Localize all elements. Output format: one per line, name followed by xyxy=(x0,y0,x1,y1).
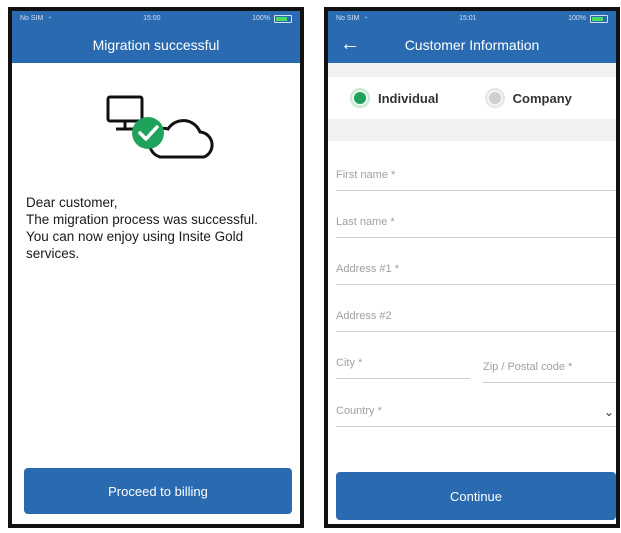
button-label: Continue xyxy=(449,488,503,504)
radio-unselected-icon[interactable] xyxy=(484,88,505,108)
battery-percent: 100% xyxy=(252,15,270,22)
address2-field[interactable]: Address #2 xyxy=(336,310,616,332)
status-bar: No SIM ◔ 15:01 100% xyxy=(328,11,616,26)
chevron-down-icon[interactable]: ⌄ xyxy=(604,405,614,419)
message-line: The migration process was successful. xyxy=(26,212,258,227)
battery-icon xyxy=(273,14,292,23)
last-name-field[interactable]: Last name * xyxy=(336,216,616,238)
status-bar: No SIM ◔ 15:00 100% xyxy=(12,11,300,26)
country-select[interactable]: Country * ⌄ xyxy=(336,405,616,427)
city-field[interactable]: City * xyxy=(336,357,470,379)
zip-field[interactable]: Zip / Postal code * xyxy=(483,361,616,383)
proceed-to-billing-button[interactable]: Proceed to billing xyxy=(24,468,292,514)
customer-type-selector: Individual Company xyxy=(328,77,616,119)
wifi-icon: ◔ xyxy=(47,15,52,22)
field-placeholder: Address #1 * xyxy=(336,263,399,275)
page-title: Migration successful xyxy=(92,36,220,53)
wifi-icon: ◔ xyxy=(363,15,368,22)
success-message: Dear customer, The migration process was… xyxy=(26,194,296,262)
header: Migration successful xyxy=(12,26,300,63)
migration-illustration xyxy=(106,95,214,159)
message-line: You can now enjoy using Insite Gold xyxy=(26,229,244,244)
field-placeholder: City * xyxy=(336,357,363,369)
radio-label: Company xyxy=(512,90,572,106)
customer-information-screen: No SIM ◔ 15:01 100% ← Customer Informati… xyxy=(324,7,620,528)
carrier-label: No SIM xyxy=(336,15,360,22)
field-placeholder: Country * xyxy=(336,405,382,417)
continue-button[interactable]: Continue xyxy=(336,472,616,520)
field-placeholder: Zip / Postal code * xyxy=(483,361,573,373)
radio-label: Individual xyxy=(378,90,439,106)
radio-selected-icon[interactable] xyxy=(350,88,370,108)
page-title: Customer Information xyxy=(404,36,540,53)
migration-success-screen: No SIM ◔ 15:00 100% Migration successful… xyxy=(8,7,304,528)
back-arrow-icon[interactable]: ← xyxy=(340,34,360,54)
radio-option-company[interactable]: Company xyxy=(484,88,572,108)
status-time: 15:00 xyxy=(143,15,161,22)
battery-icon xyxy=(589,14,608,23)
header: ← Customer Information xyxy=(328,26,616,63)
first-name-field[interactable]: First name * xyxy=(336,169,616,191)
address1-field[interactable]: Address #1 * xyxy=(336,263,616,285)
carrier-label: No SIM xyxy=(20,15,44,22)
check-circle-icon xyxy=(132,117,164,149)
message-line: Dear customer, xyxy=(26,195,118,210)
field-placeholder: First name * xyxy=(336,169,396,181)
message-line: services. xyxy=(26,246,80,261)
field-placeholder: Address #2 xyxy=(336,310,392,322)
radio-option-individual[interactable]: Individual xyxy=(350,88,439,108)
button-label: Proceed to billing xyxy=(108,483,208,499)
battery-percent: 100% xyxy=(568,15,586,22)
field-placeholder: Last name * xyxy=(336,216,395,228)
status-time: 15:01 xyxy=(459,15,477,22)
